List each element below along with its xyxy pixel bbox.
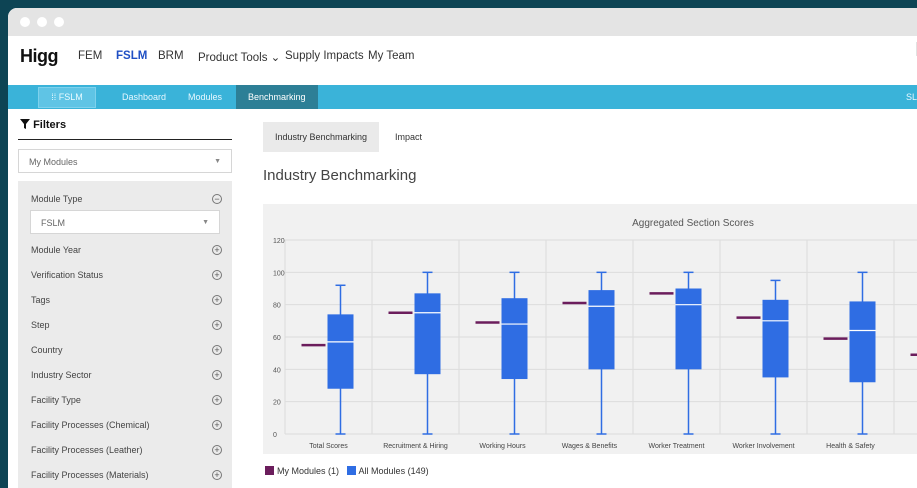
y-tick-label: 0 xyxy=(273,432,277,439)
box-iqr xyxy=(501,298,528,380)
window-maximize-dot[interactable] xyxy=(54,17,64,27)
chevron-down-icon: ▼ xyxy=(214,158,221,165)
window-close-dot[interactable] xyxy=(20,17,30,27)
legend-item-my-modules[interactable]: My Modules (1) xyxy=(265,466,342,476)
expand-circle-icon[interactable]: + xyxy=(212,270,222,280)
expand-circle-icon[interactable]: + xyxy=(212,470,222,480)
expand-circle-icon[interactable]: + xyxy=(212,345,222,355)
module-type-value: FSLM xyxy=(41,218,66,228)
nav-product-tools[interactable]: Product Tools ⌄ xyxy=(198,50,280,64)
y-tick-label: 20 xyxy=(273,400,281,407)
expand-circle-icon[interactable]: + xyxy=(212,295,222,305)
module-type-label: Module Type xyxy=(31,194,83,204)
box-iqr xyxy=(588,290,615,370)
top-navigation: Higg FEM FSLM BRM Product Tools ⌄ Supply… xyxy=(8,36,917,85)
filter-row-label[interactable]: Module Year xyxy=(31,245,81,255)
legend-label-all-modules: All Modules (149) xyxy=(358,466,429,476)
filter-funnel-icon xyxy=(20,119,33,131)
module-subnav: ⁞⁞ FSLM Dashboard Modules Benchmarking S… xyxy=(8,85,917,109)
collapse-circle-icon[interactable]: − xyxy=(212,194,222,204)
box-iqr xyxy=(762,299,789,378)
chart-title: Aggregated Section Scores xyxy=(632,218,754,229)
higg-logo[interactable]: Higg xyxy=(20,46,59,67)
chevron-down-icon: ▼ xyxy=(202,219,209,226)
module-type-select[interactable]: FSLM ▼ xyxy=(30,210,220,234)
filters-sidebar: Filters My Modules ▼ Module Type − FSLM … xyxy=(8,109,240,488)
filter-row-label[interactable]: Facility Processes (Materials) xyxy=(31,470,149,480)
modules-scope-select[interactable]: My Modules ▼ xyxy=(18,149,232,173)
subnav-modules[interactable]: Modules xyxy=(188,85,222,109)
chart-legend: My Modules (1) All Modules (149) xyxy=(265,466,429,476)
filter-row-label[interactable]: Facility Processes (Leather) xyxy=(31,445,143,455)
fslm-brand-icon: ⁞⁞ xyxy=(51,92,59,102)
subnav-brand-label: FSLM xyxy=(58,92,83,102)
nav-supply-impacts[interactable]: Supply Impacts xyxy=(285,50,364,62)
subnav-dashboard[interactable]: Dashboard xyxy=(122,85,166,109)
filter-row-label[interactable]: Facility Type xyxy=(31,395,81,405)
subnav-fslm-brand[interactable]: ⁞⁞ FSLM xyxy=(38,87,96,108)
y-tick-label: 40 xyxy=(273,367,281,374)
x-tick-label: Health & Safety xyxy=(826,443,875,450)
expand-circle-icon[interactable]: + xyxy=(212,395,222,405)
nav-brm[interactable]: BRM xyxy=(158,50,184,62)
window-minimize-dot[interactable] xyxy=(37,17,47,27)
box-iqr xyxy=(327,314,354,389)
nav-my-team[interactable]: My Team xyxy=(368,50,414,62)
legend-swatch-my-modules xyxy=(265,466,274,475)
filter-row-label[interactable]: Facility Processes (Chemical) xyxy=(31,420,150,430)
x-tick-label: Recruitment & Hiring xyxy=(383,443,448,450)
expand-circle-icon[interactable]: + xyxy=(212,370,222,380)
title-bar xyxy=(8,8,917,36)
filters-title: Filters xyxy=(33,119,67,131)
legend-swatch-all-modules xyxy=(346,466,356,475)
benchmark-box-chart: Aggregated Section Scores 0 20 40 60 80 100 12… xyxy=(273,218,917,450)
expand-circle-icon[interactable]: + xyxy=(212,420,222,430)
filter-row-label[interactable]: Tags xyxy=(31,295,50,305)
page-title: Industry Benchmarking xyxy=(263,167,417,184)
tab-industry-benchmarking[interactable]: Industry Benchmarking xyxy=(263,122,380,152)
y-tick-label: 100 xyxy=(273,270,285,277)
x-tick-label: Total Scores xyxy=(309,443,348,450)
y-tick-label: 80 xyxy=(273,303,281,310)
main-content: Industry Benchmarking Impact Industry Be… xyxy=(240,109,917,488)
filter-row-label[interactable]: Step xyxy=(31,320,50,330)
subnav-benchmarking[interactable]: Benchmarking xyxy=(236,85,318,109)
y-tick-label: 120 xyxy=(273,238,285,245)
filters-panel: Module Type − FSLM ▼ Module Year + Verific… xyxy=(18,181,232,488)
x-tick-label: Worker Treatment xyxy=(649,443,705,450)
nav-fem[interactable]: FEM xyxy=(78,50,102,62)
filter-row-label[interactable]: Industry Sector xyxy=(31,370,92,380)
benchmark-chart-panel: Aggregated Section Scores 0 20 40 60 80 100 12… xyxy=(263,204,917,454)
tab-impact[interactable]: Impact xyxy=(383,122,434,152)
filters-header: Filters xyxy=(20,119,66,131)
browser-window: Higg FEM FSLM BRM Product Tools ⌄ Supply… xyxy=(8,8,917,488)
expand-circle-icon[interactable]: + xyxy=(212,245,222,255)
box-iqr xyxy=(414,293,441,375)
x-tick-label: Working Hours xyxy=(479,443,526,450)
expand-circle-icon[interactable]: + xyxy=(212,320,222,330)
subnav-right-item[interactable]: SL xyxy=(906,85,917,109)
legend-label-my-modules: My Modules (1) xyxy=(277,466,340,476)
filters-divider xyxy=(18,139,232,140)
modules-scope-value: My Modules xyxy=(29,157,78,167)
expand-circle-icon[interactable]: + xyxy=(212,445,222,455)
nav-fslm[interactable]: FSLM xyxy=(116,50,147,62)
y-tick-label: 60 xyxy=(273,335,281,342)
filter-row-label[interactable]: Country xyxy=(31,345,63,355)
box-iqr xyxy=(849,301,876,383)
x-tick-label: Worker Involvement xyxy=(732,443,794,450)
x-tick-label: Wages & Benefits xyxy=(562,443,618,450)
box-iqr xyxy=(675,288,702,370)
filter-row-label[interactable]: Verification Status xyxy=(31,270,103,280)
legend-item-all-modules[interactable]: All Modules (149) xyxy=(346,466,429,476)
